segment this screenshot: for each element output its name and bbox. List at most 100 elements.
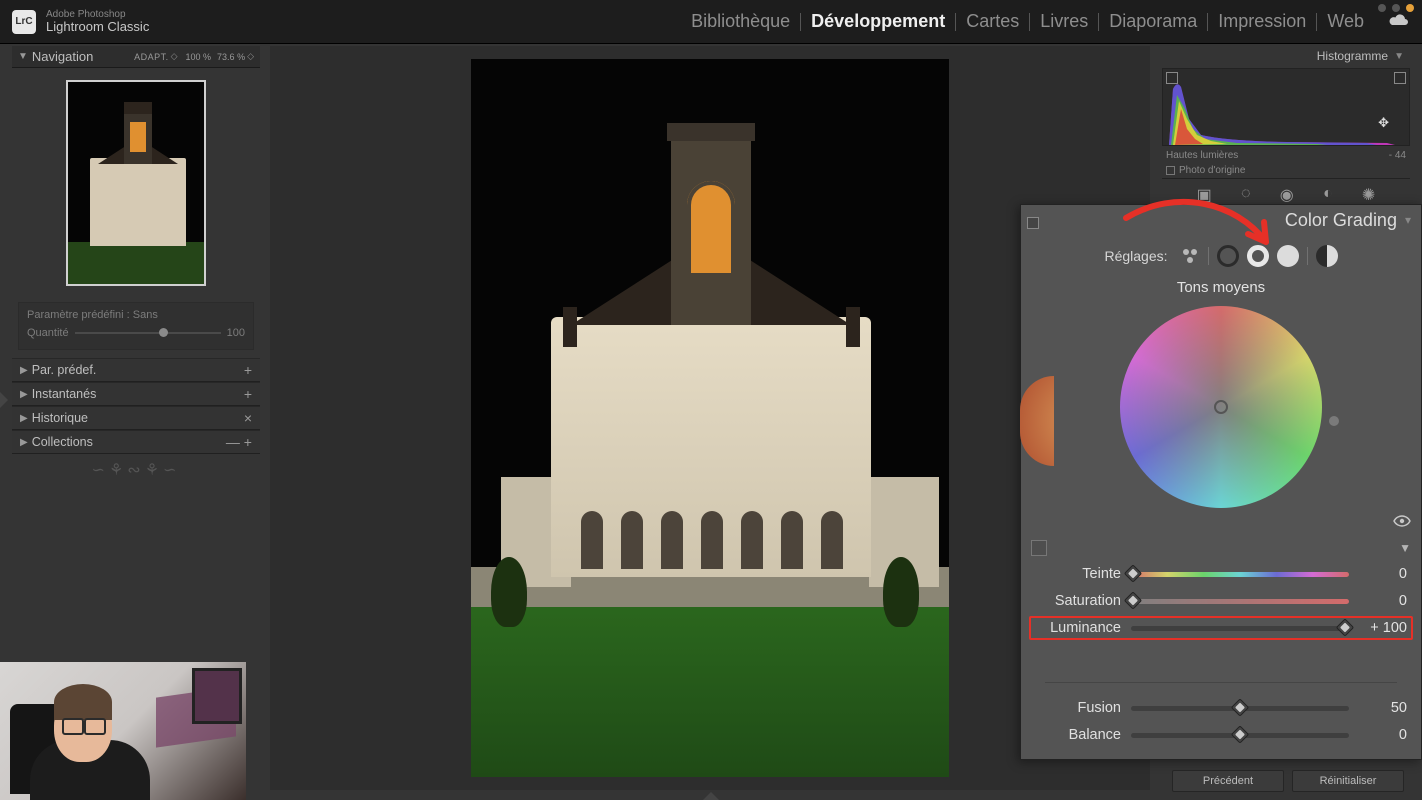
original-label: Photo d'origine [1179, 165, 1245, 176]
fusion-value[interactable]: 50 [1359, 700, 1407, 716]
develop-footer-buttons: Précédent Réinitialiser [1172, 770, 1404, 792]
zoom-custom[interactable]: 73.6 % [217, 52, 245, 62]
cg-section-title: Tons moyens [1021, 273, 1421, 306]
quantity-slider[interactable] [75, 332, 221, 334]
module-slideshow[interactable]: Diaporama [1099, 11, 1207, 32]
heal-tool-icon[interactable]: ◌ [1241, 185, 1251, 205]
view-highlights-icon[interactable] [1277, 245, 1299, 267]
view-midtones-icon[interactable] [1247, 245, 1269, 267]
window-dot-icon [1392, 4, 1400, 12]
checkbox-icon[interactable] [1166, 166, 1175, 175]
add-remove-icon[interactable]: — + [226, 434, 252, 450]
zoom-mode-label[interactable]: ADAPT. [134, 52, 169, 62]
view-global-icon[interactable] [1316, 245, 1338, 267]
app-logo: LrC [12, 10, 36, 34]
teinte-label: Teinte [1035, 566, 1121, 582]
module-map[interactable]: Cartes [956, 11, 1029, 32]
color-swatch[interactable] [1031, 540, 1047, 556]
cloud-sync-icon[interactable] [1388, 12, 1410, 31]
balance-row: Balance 0 [1035, 727, 1407, 743]
teinte-value[interactable]: 0 [1359, 566, 1407, 582]
zoom-100[interactable]: 100 % [186, 52, 212, 62]
collapse-left-icon[interactable] [0, 392, 8, 408]
panel-end-ornament: ∽⚘∾⚘∽ [12, 454, 260, 486]
expand-sliders-icon[interactable]: ▼ [1399, 541, 1411, 555]
module-web[interactable]: Web [1317, 11, 1374, 32]
module-switcher: Bibliothèque Développement Cartes Livres… [681, 11, 1410, 32]
add-icon[interactable]: + [244, 386, 252, 402]
accordion-presets[interactable]: ▶Par. prédef. + [12, 358, 260, 382]
view-3way-icon[interactable] [1180, 249, 1200, 263]
cg-view-switcher: Réglages: [1021, 235, 1421, 273]
crop-tool-icon[interactable]: ▣ [1197, 185, 1212, 205]
color-grading-panel: Color Grading ▾ Réglages: Tons moyens ▼ … [1020, 204, 1422, 760]
mask-tool-icon[interactable]: ◐ [1323, 185, 1333, 205]
luminance-value[interactable]: + 100 [1359, 620, 1407, 636]
clear-icon[interactable]: × [244, 410, 252, 426]
fusion-slider[interactable] [1131, 706, 1349, 711]
teinte-slider[interactable] [1131, 572, 1349, 577]
luminance-slider[interactable] [1131, 626, 1349, 631]
accordion-label: Historique [32, 411, 88, 425]
color-grading-title: Color Grading [1031, 210, 1397, 231]
panel-menu-icon[interactable]: ▾ [1405, 213, 1411, 227]
disclosure-icon: ▼ [18, 51, 28, 62]
midtones-color-wheel[interactable] [1120, 306, 1322, 508]
navigator-header[interactable]: ▼ Navigation ADAPT. ◇ 100 % 73.6 % ◇ [12, 46, 260, 68]
add-icon[interactable]: + [244, 362, 252, 378]
quantity-label: Quantité [27, 327, 69, 339]
original-photo-toggle[interactable]: Photo d'origine [1162, 163, 1410, 178]
reset-button[interactable]: Réinitialiser [1292, 770, 1404, 792]
saturation-slider[interactable] [1131, 599, 1349, 604]
luminance-highlight-box: Luminance + 100 [1029, 616, 1413, 640]
histogram-header[interactable]: Histogramme ▼ [1162, 46, 1410, 66]
module-develop[interactable]: Développement [801, 11, 955, 32]
accordion-label: Collections [32, 435, 93, 449]
accordion-collections[interactable]: ▶Collections — + [12, 430, 260, 454]
window-dot-icon [1378, 4, 1386, 12]
panel-pin-icon[interactable] [1027, 217, 1039, 229]
accordion-history[interactable]: ▶Historique × [12, 406, 260, 430]
radial-tool-icon[interactable]: ✺ [1362, 185, 1375, 205]
app-brand: Adobe Photoshop Lightroom Classic [46, 9, 149, 34]
module-book[interactable]: Livres [1030, 11, 1098, 32]
accordion-label: Instantanés [32, 387, 97, 401]
brand-line2: Lightroom Classic [46, 20, 149, 34]
histogram-curve [1167, 79, 1397, 145]
module-library[interactable]: Bibliothèque [681, 11, 800, 32]
shadows-wheel-peek[interactable] [1020, 376, 1054, 466]
app-header: LrC Adobe Photoshop Lightroom Classic Bi… [0, 0, 1422, 44]
previous-button[interactable]: Précédent [1172, 770, 1284, 792]
navigator-title: Navigation [32, 49, 134, 64]
navigator-thumbnail[interactable] [66, 80, 206, 286]
module-print[interactable]: Impression [1208, 11, 1316, 32]
histogram-title: Histogramme [1317, 49, 1388, 63]
wheel-handle-icon[interactable] [1329, 416, 1339, 426]
accordion-snapshots[interactable]: ▶Instantanés + [12, 382, 260, 406]
luminance-label: Luminance [1035, 620, 1121, 636]
adjust-label: Réglages: [1104, 248, 1167, 264]
disclosure-icon: ▼ [1394, 51, 1404, 62]
quantity-value: 100 [227, 327, 245, 339]
teinte-row: Teinte 0 [1035, 566, 1407, 582]
preview-toggle-icon[interactable] [1393, 514, 1411, 532]
fusion-label: Fusion [1035, 700, 1121, 716]
saturation-label: Saturation [1035, 593, 1121, 609]
highlights-value: - 44 [1389, 150, 1406, 161]
presenter-webcam [0, 662, 246, 800]
window-dot-icon [1406, 4, 1414, 12]
saturation-value[interactable]: 0 [1359, 593, 1407, 609]
saturation-row: Saturation 0 [1035, 593, 1407, 609]
image-canvas[interactable] [270, 46, 1150, 790]
highlights-label: Hautes lumières [1166, 150, 1238, 161]
redeye-tool-icon[interactable]: ◉ [1280, 185, 1294, 205]
wheel-center-icon [1214, 400, 1228, 414]
balance-value[interactable]: 0 [1359, 727, 1407, 743]
preset-param-value: Sans [133, 309, 158, 321]
view-shadows-icon[interactable] [1217, 245, 1239, 267]
collapse-bottom-icon[interactable] [703, 792, 719, 800]
balance-slider[interactable] [1131, 733, 1349, 738]
preset-param-label: Paramètre prédéfini : [27, 309, 130, 321]
preset-amount-box: Paramètre prédéfini : Sans Quantité 100 [18, 302, 254, 350]
histogram-display[interactable]: ✥ [1162, 68, 1410, 146]
